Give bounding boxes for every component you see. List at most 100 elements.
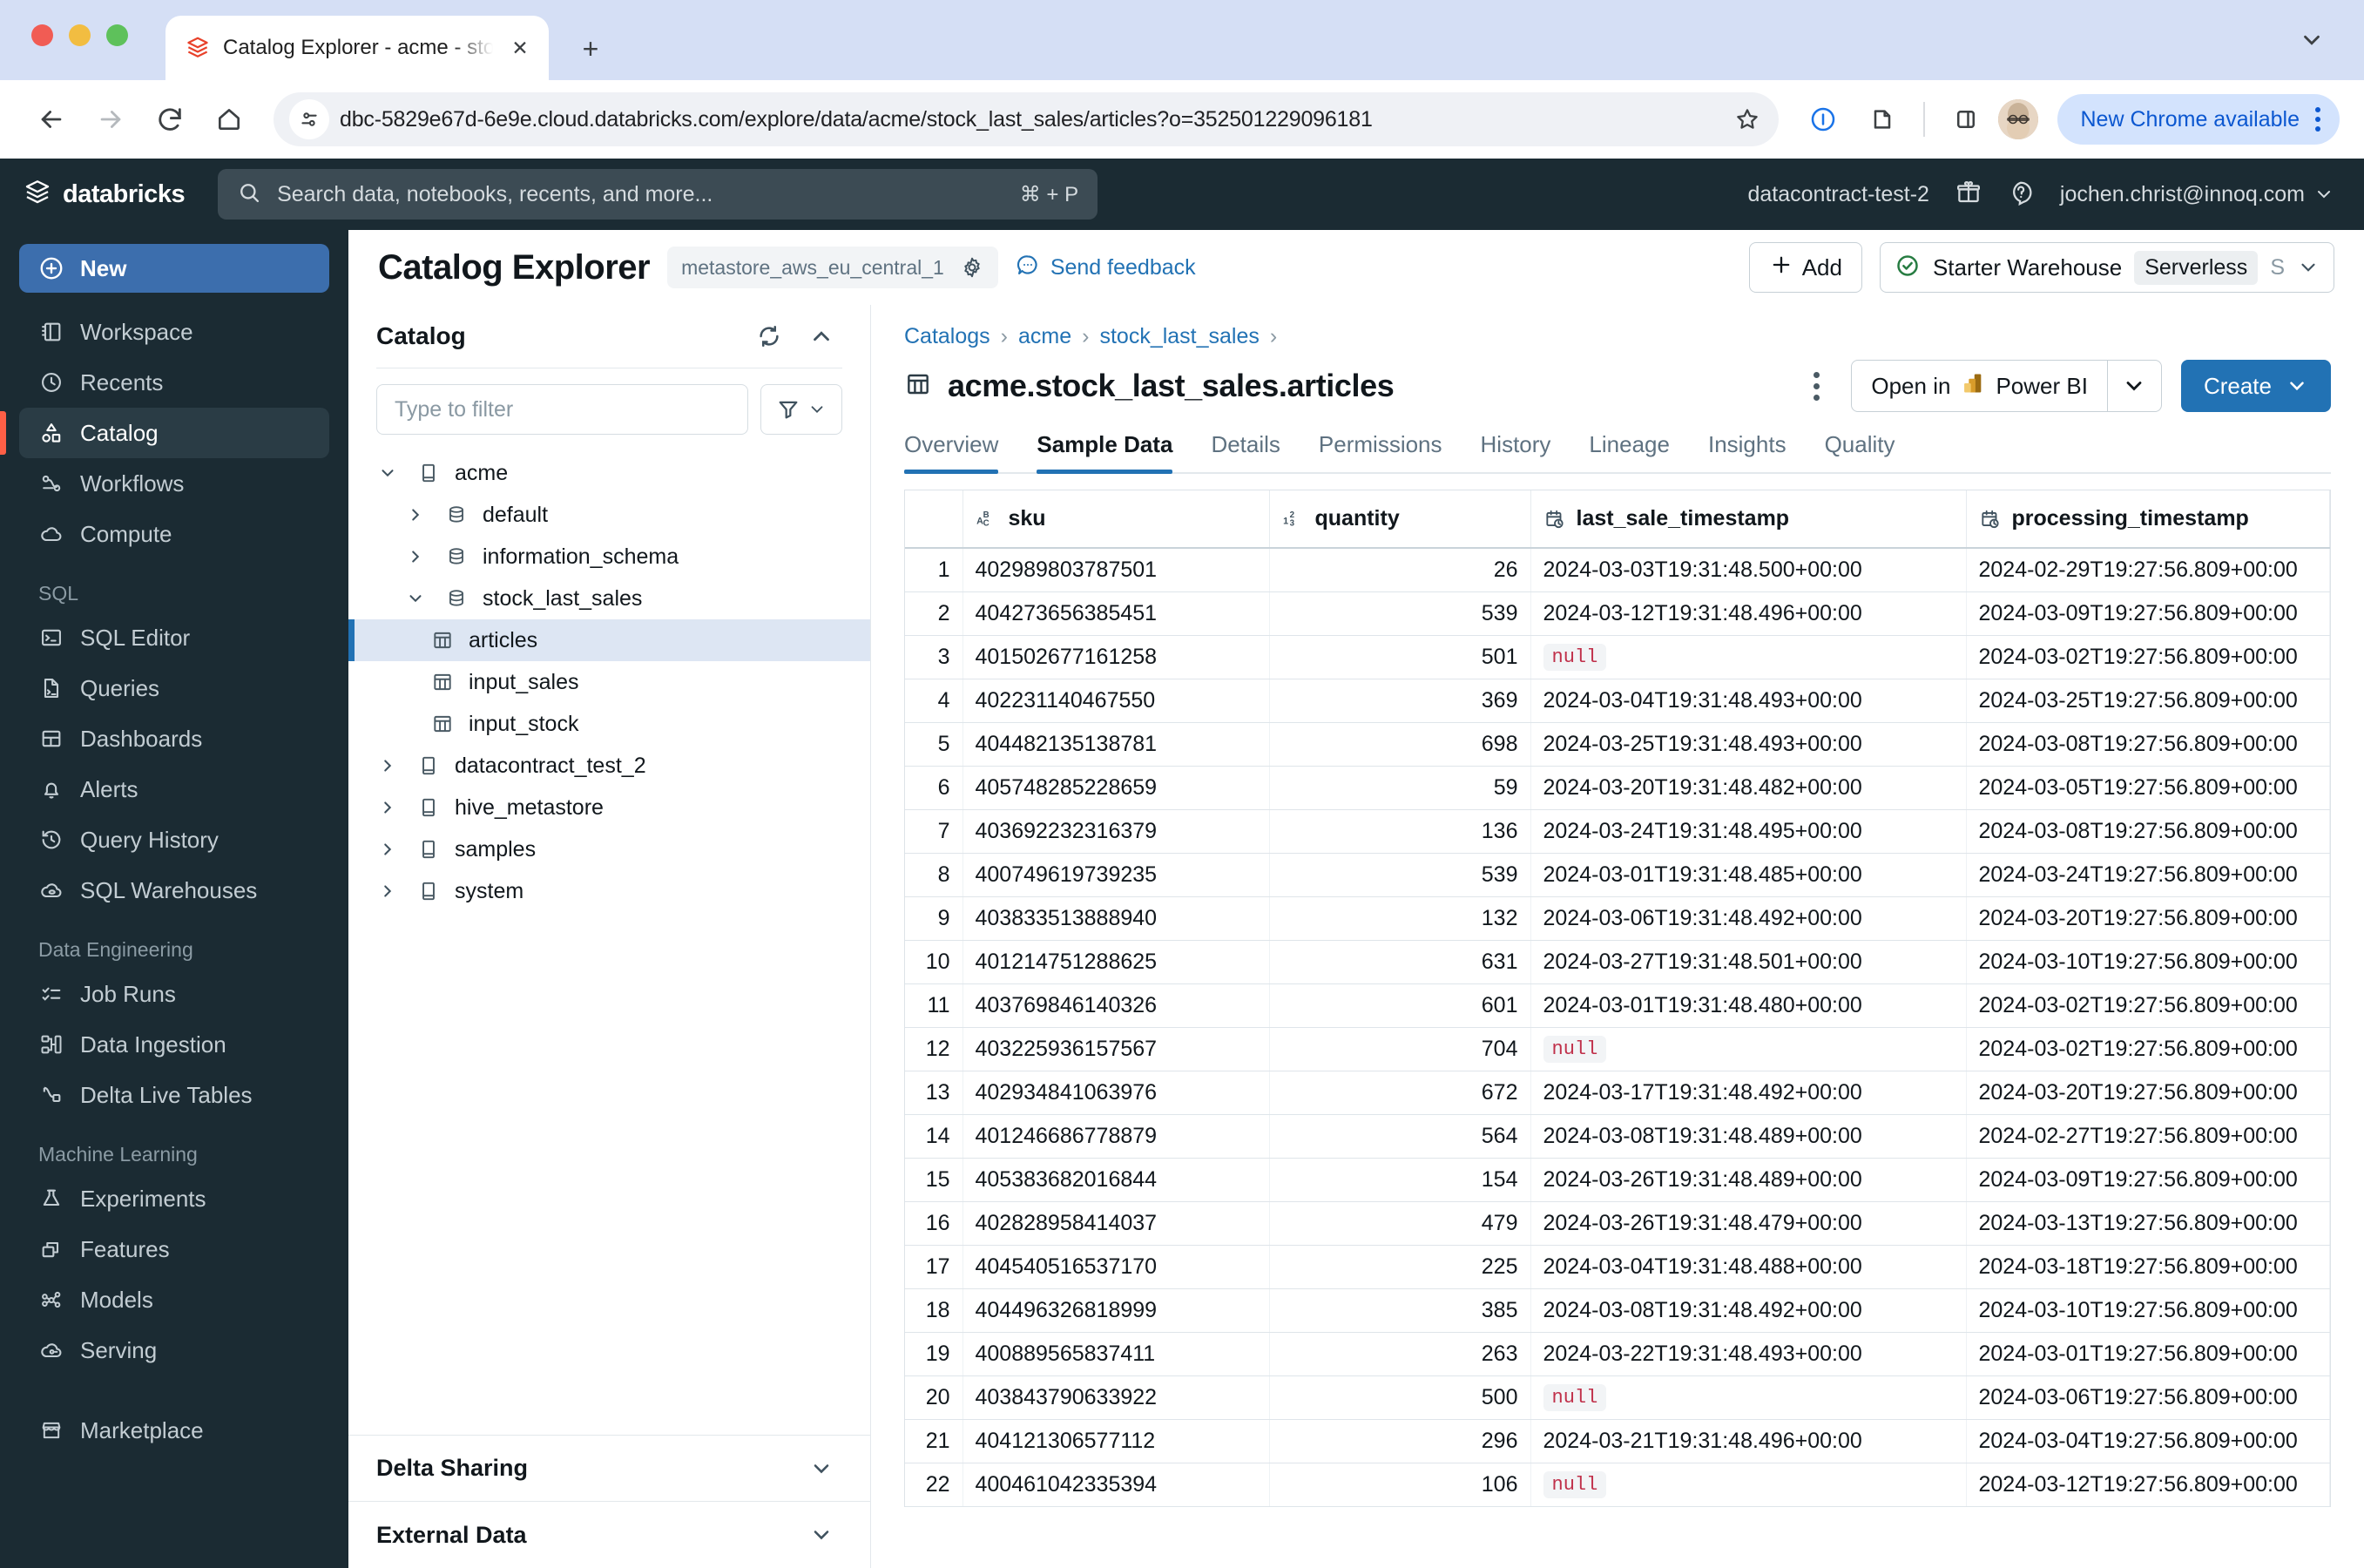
global-search-input[interactable]: Search data, notebooks, recents, and mor… <box>218 169 1098 220</box>
cell-sku[interactable]: 402934841063976 <box>962 1071 1270 1115</box>
tab-quality[interactable]: Quality <box>1806 431 1915 472</box>
sidebar-item-experiments[interactable]: Experiments <box>19 1173 329 1224</box>
table-row[interactable]: 10 401214751288625 631 2024-03-27T19:31:48.… <box>905 940 2330 984</box>
tree-item-default[interactable]: default <box>348 494 870 536</box>
cell-last-sale-timestamp[interactable]: 2024-03-21T19:31:48.496+00:00 <box>1530 1419 1967 1463</box>
cell-last-sale-timestamp[interactable]: null <box>1530 1463 1967 1507</box>
add-button[interactable]: Add <box>1748 242 1862 293</box>
warehouse-selector[interactable]: Starter Warehouse Serverless S <box>1879 242 2334 293</box>
sidebar-item-alerts[interactable]: Alerts <box>19 764 329 814</box>
open-in-power-bi-button[interactable]: Open in Power BI <box>1851 360 2162 412</box>
sidebar-item-models[interactable]: Models <box>19 1274 329 1325</box>
table-row[interactable]: 19 400889565837411 263 2024-03-22T19:31:48.… <box>905 1332 2330 1376</box>
sidebar-item-query-history[interactable]: Query History <box>19 814 329 865</box>
tree-item-datacontract-test-2[interactable]: datacontract_test_2 <box>348 745 870 787</box>
cell-sku[interactable]: 400749619739235 <box>962 853 1270 897</box>
cell-processing-timestamp[interactable]: 2024-03-10T19:27:56.809+00:00 <box>1966 940 2330 984</box>
home-icon[interactable] <box>202 92 256 146</box>
sidebar-item-dashboards[interactable]: Dashboards <box>19 713 329 764</box>
table-row[interactable]: 22 400461042335394 106 null 2024-03-12T19:27… <box>905 1463 2330 1507</box>
cell-sku[interactable]: 402828958414037 <box>962 1201 1270 1246</box>
cell-processing-timestamp[interactable]: 2024-03-18T19:27:56.809+00:00 <box>1966 1245 2330 1289</box>
cell-processing-timestamp[interactable]: 2024-03-13T19:27:56.809+00:00 <box>1966 1201 2330 1246</box>
cell-processing-timestamp[interactable]: 2024-02-27T19:27:56.809+00:00 <box>1966 1114 2330 1159</box>
cell-last-sale-timestamp[interactable]: 2024-03-03T19:31:48.500+00:00 <box>1530 548 1967 592</box>
cell-last-sale-timestamp[interactable]: 2024-03-08T19:31:48.492+00:00 <box>1530 1288 1967 1333</box>
cell-quantity[interactable]: 106 <box>1269 1463 1531 1507</box>
cell-processing-timestamp[interactable]: 2024-03-24T19:27:56.809+00:00 <box>1966 853 2330 897</box>
gift-icon[interactable] <box>1955 179 1982 210</box>
sidebar-item-marketplace[interactable]: Marketplace <box>19 1405 329 1456</box>
cell-sku[interactable]: 400461042335394 <box>962 1463 1270 1507</box>
cell-last-sale-timestamp[interactable]: 2024-03-04T19:31:48.488+00:00 <box>1530 1245 1967 1289</box>
create-button[interactable]: Create <box>2180 360 2331 412</box>
new-tab-button[interactable]: + <box>568 26 613 71</box>
cell-quantity[interactable]: 698 <box>1269 722 1531 767</box>
chevron-down-icon[interactable] <box>373 463 402 483</box>
side-panel-icon[interactable] <box>1939 92 1993 146</box>
cell-sku[interactable]: 402231140467550 <box>962 679 1270 723</box>
refresh-icon[interactable] <box>750 317 788 355</box>
cell-last-sale-timestamp[interactable]: 2024-03-08T19:31:48.489+00:00 <box>1530 1114 1967 1159</box>
table-row[interactable]: 9 403833513888940 132 2024-03-06T19:31:48.4… <box>905 896 2330 941</box>
cell-quantity[interactable]: 26 <box>1269 548 1531 592</box>
breadcrumb-catalogs[interactable]: Catalogs <box>904 324 990 349</box>
column-header-last-sale-timestamp[interactable]: last_sale_timestamp <box>1530 490 1967 549</box>
breadcrumb-stock-last-sales[interactable]: stock_last_sales <box>1099 324 1259 349</box>
sidebar-item-compute[interactable]: Compute <box>19 509 329 559</box>
cell-sku[interactable]: 401246686778879 <box>962 1114 1270 1159</box>
cell-quantity[interactable]: 501 <box>1269 635 1531 679</box>
browser-tab[interactable]: Catalog Explorer - acme - sto ✕ <box>165 16 549 80</box>
cell-quantity[interactable]: 225 <box>1269 1245 1531 1289</box>
cell-quantity[interactable]: 672 <box>1269 1071 1531 1115</box>
cell-sku[interactable]: 403833513888940 <box>962 896 1270 941</box>
external-data-section[interactable]: External Data <box>348 1502 870 1568</box>
extensions-icon[interactable] <box>1855 92 1909 146</box>
cell-quantity[interactable]: 704 <box>1269 1027 1531 1071</box>
cell-quantity[interactable]: 631 <box>1269 940 1531 984</box>
table-row[interactable]: 1 402989803787501 26 2024-03-03T19:31:48.50… <box>905 548 2330 592</box>
sidebar-item-workflows[interactable]: Workflows <box>19 458 329 509</box>
sidebar-item-job-runs[interactable]: Job Runs <box>19 969 329 1019</box>
cell-processing-timestamp[interactable]: 2024-02-29T19:27:56.809+00:00 <box>1966 548 2330 592</box>
cell-processing-timestamp[interactable]: 2024-03-10T19:27:56.809+00:00 <box>1966 1288 2330 1333</box>
cell-sku[interactable]: 404273656385451 <box>962 591 1270 636</box>
sidebar-item-data-ingestion[interactable]: Data Ingestion <box>19 1019 329 1070</box>
bookmark-star-icon[interactable] <box>1725 97 1770 142</box>
tab-history[interactable]: History <box>1462 431 1570 472</box>
chevron-right-icon[interactable] <box>401 505 430 524</box>
table-row[interactable]: 13 402934841063976 672 2024-03-17T19:31:48.… <box>905 1071 2330 1115</box>
tree-item-information-schema[interactable]: information_schema <box>348 536 870 578</box>
databricks-logo[interactable]: databricks <box>23 178 186 212</box>
table-row[interactable]: 20 403843790633922 500 null 2024-03-06T19:27… <box>905 1375 2330 1420</box>
new-button[interactable]: New <box>19 244 329 293</box>
sidebar-item-recents[interactable]: Recents <box>19 357 329 408</box>
tab-overview[interactable]: Overview <box>904 431 1017 474</box>
workspace-name[interactable]: datacontract-test-2 <box>1747 182 1928 207</box>
cell-last-sale-timestamp[interactable]: 2024-03-01T19:31:48.485+00:00 <box>1530 853 1967 897</box>
cell-quantity[interactable]: 539 <box>1269 853 1531 897</box>
tab-lineage[interactable]: Lineage <box>1570 431 1689 472</box>
tab-sample-data[interactable]: Sample Data <box>1017 431 1192 474</box>
cell-processing-timestamp[interactable]: 2024-03-02T19:27:56.809+00:00 <box>1966 635 2330 679</box>
cell-sku[interactable]: 404482135138781 <box>962 722 1270 767</box>
chevron-right-icon[interactable] <box>373 798 402 817</box>
table-row[interactable]: 14 401246686778879 564 2024-03-08T19:31:48.… <box>905 1114 2330 1159</box>
tree-item-acme[interactable]: acme <box>348 452 870 494</box>
chevron-down-icon[interactable] <box>802 1450 841 1488</box>
cell-last-sale-timestamp[interactable]: null <box>1530 1375 1967 1420</box>
tree-item-system[interactable]: system <box>348 870 870 912</box>
chrome-menu-icon[interactable] <box>2308 107 2327 132</box>
reload-icon[interactable] <box>143 92 197 146</box>
cell-sku[interactable]: 403769846140326 <box>962 983 1270 1028</box>
cell-processing-timestamp[interactable]: 2024-03-09T19:27:56.809+00:00 <box>1966 1158 2330 1202</box>
cell-last-sale-timestamp[interactable]: 2024-03-26T19:31:48.479+00:00 <box>1530 1201 1967 1246</box>
chevron-down-icon[interactable] <box>802 1516 841 1554</box>
table-row[interactable]: 8 400749619739235 539 2024-03-01T19:31:48.4… <box>905 853 2330 897</box>
cell-quantity[interactable]: 59 <box>1269 766 1531 810</box>
cell-quantity[interactable]: 539 <box>1269 591 1531 636</box>
table-row[interactable]: 6 405748285228659 59 2024-03-20T19:31:48.48… <box>905 766 2330 810</box>
table-more-actions-icon[interactable] <box>1801 365 1832 408</box>
cell-sku[interactable]: 401214751288625 <box>962 940 1270 984</box>
back-icon[interactable] <box>24 92 78 146</box>
